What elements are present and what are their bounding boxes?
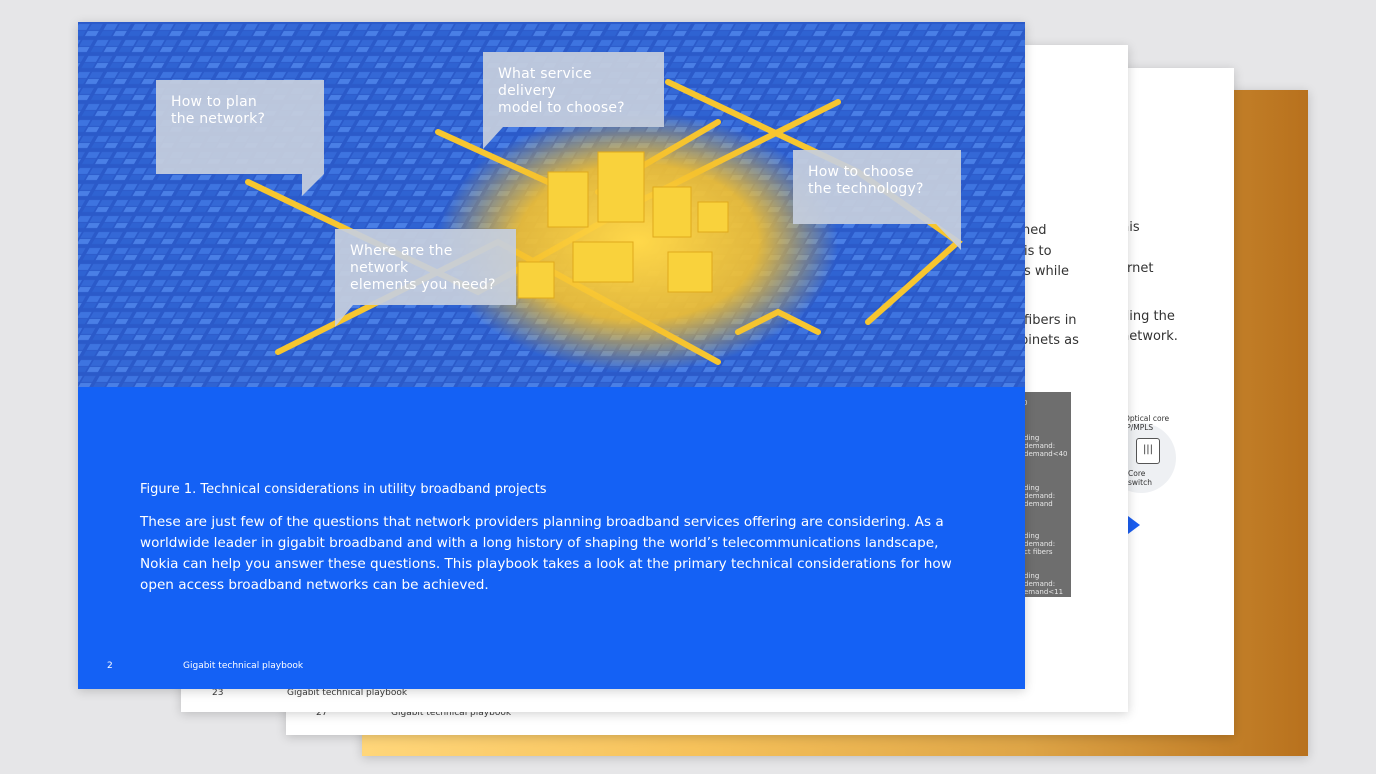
optical-core-label: Optical core IP/MPLS	[1124, 414, 1170, 432]
figure-caption: Figure 1. Technical considerations in ut…	[140, 482, 547, 497]
text-fragment: binets as	[1020, 333, 1079, 348]
footer-title: Gigabit technical playbook	[287, 688, 408, 698]
text-fragment: s while	[1024, 264, 1069, 279]
arrow-right-icon	[1128, 516, 1140, 534]
panel-text: ding demand: emand<11	[1024, 572, 1064, 596]
core-switch-label: Core switch	[1128, 469, 1152, 487]
city-illustration: How to plan the network? What service de…	[78, 22, 1025, 387]
bubble-tail	[302, 174, 324, 196]
question-bubble-service-delivery: What service delivery model to choose?	[483, 52, 664, 127]
footer-page-number: 23	[212, 688, 224, 698]
footer-page-number: 2	[107, 661, 113, 671]
panel-text: ding demand: ct fibers	[1024, 532, 1056, 556]
text-fragment: ding the	[1121, 309, 1175, 324]
bubble-tail	[335, 305, 353, 327]
bubble-tail	[483, 127, 503, 149]
text-fragment: ned	[1022, 223, 1047, 238]
core-switch-icon: |||	[1136, 438, 1160, 464]
text-fragment: is to	[1024, 244, 1052, 259]
footer-title: Gigabit technical playbook	[183, 661, 304, 671]
panel-text: ding demand: demand	[1024, 484, 1056, 508]
question-bubble-choose-technology: How to choose the technology?	[793, 150, 961, 224]
question-bubble-plan-network: How to plan the network?	[156, 80, 324, 174]
text-fragment: fibers in	[1024, 313, 1077, 328]
panel-text: ding demand: demand<40	[1024, 434, 1068, 458]
bubble-tail	[936, 224, 961, 250]
body-paragraph: These are just few of the questions that…	[140, 514, 952, 593]
text-fragment: network.	[1121, 329, 1178, 344]
front-page: How to plan the network? What service de…	[78, 22, 1025, 689]
question-bubble-network-elements: Where are the network elements you need?	[335, 229, 516, 305]
